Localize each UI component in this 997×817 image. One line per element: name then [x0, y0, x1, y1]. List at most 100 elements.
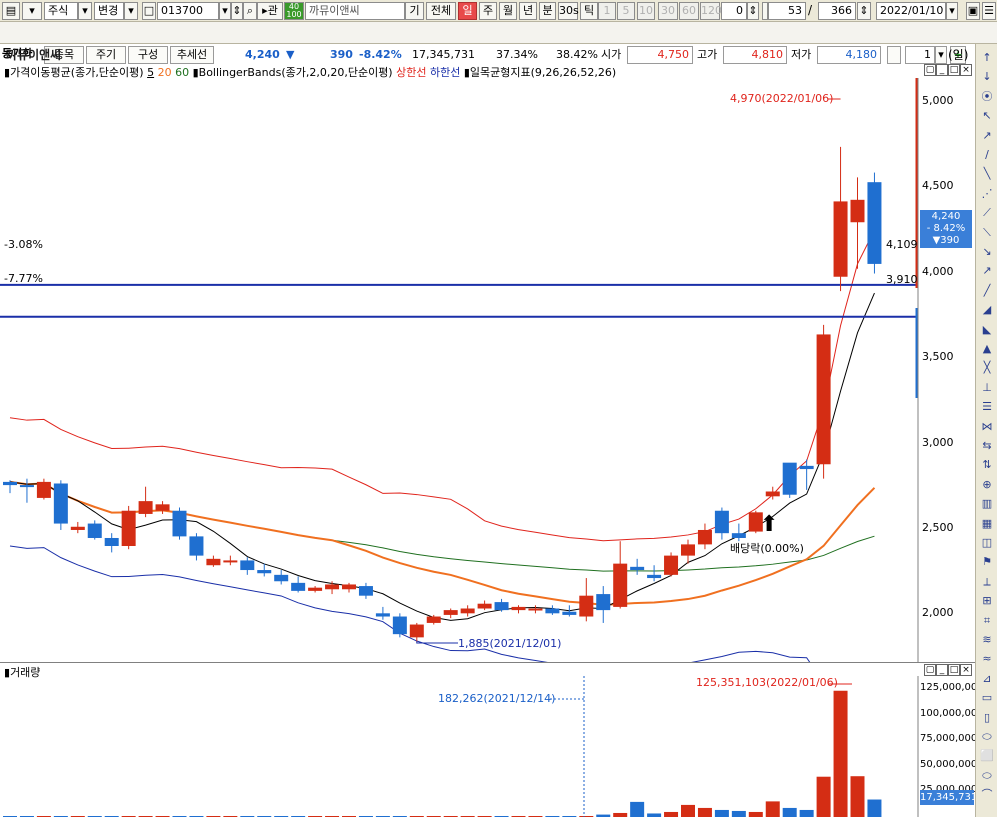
period-button-7[interactable]: 30s — [558, 2, 579, 20]
spin-chevron-down-icon[interactable]: ▾ — [935, 46, 947, 64]
date-input[interactable]: 2022/01/10 — [876, 2, 946, 20]
drawing-tool-icon[interactable]: ⋰ — [979, 186, 995, 202]
drawing-tool-icon[interactable]: ╱ — [979, 283, 995, 299]
related-button[interactable]: ▸관 — [257, 2, 283, 20]
drawing-tool-icon[interactable]: ↓ — [979, 69, 995, 85]
drawing-tool-icon[interactable]: ╲ — [979, 166, 995, 182]
panel-close-icon[interactable]: × — [960, 64, 972, 76]
save-icon[interactable]: ▣ — [966, 2, 980, 20]
drawing-tool-icon[interactable]: ☰ — [979, 399, 995, 415]
period-button-3[interactable]: 주 — [479, 2, 497, 20]
drawing-tool-icon[interactable]: ⊥ — [979, 380, 995, 396]
interval-button-3[interactable]: 30 — [658, 2, 678, 20]
volume-y-tick-label: 75,000,000 — [920, 733, 978, 744]
current-price-tag: 4,240 - 8.42% ▼390 — [920, 210, 972, 248]
period-button-8[interactable]: 틱 — [580, 2, 598, 20]
period-button-2[interactable]: 일 — [458, 2, 477, 20]
stepper-icon[interactable]: ⇕ — [231, 2, 243, 20]
period-button-1[interactable]: 전체 — [426, 2, 456, 20]
interval-button-5[interactable]: 120 — [700, 2, 722, 20]
interval-input[interactable]: 0 — [721, 2, 747, 20]
change-chevron-down-icon[interactable]: ▾ — [124, 2, 138, 20]
y-tick-label: 3,500 — [922, 350, 954, 363]
drawing-tool-icon[interactable]: ∕ — [979, 147, 995, 163]
total-stepper-icon[interactable]: ⇕ — [857, 2, 871, 20]
change-select[interactable]: 변경 — [94, 2, 124, 20]
count-input[interactable]: 53 — [768, 2, 806, 20]
drawing-tool-icon[interactable]: ↑ — [979, 50, 995, 66]
stock-code-input[interactable]: 013700 — [157, 2, 219, 20]
drawing-tool-icon[interactable]: ╳ — [979, 360, 995, 376]
drawing-tool-icon[interactable]: ▦ — [979, 516, 995, 532]
volume-panel-close-icon[interactable]: × — [960, 664, 972, 676]
drawing-tool-icon[interactable]: ⟋ — [979, 205, 995, 221]
interval-button-4[interactable]: 60 — [679, 2, 699, 20]
drawing-tool-icon[interactable]: ⇆ — [979, 438, 995, 454]
menu-icon[interactable]: ▤ — [2, 2, 20, 20]
drawing-tool-icon[interactable]: ⌗ — [979, 613, 995, 629]
panel-divider — [0, 662, 975, 663]
panel-min-icon[interactable]: _ — [936, 64, 948, 76]
settings-icon[interactable]: ☰ — [982, 2, 996, 20]
drawing-tool-icon[interactable]: ≈ — [979, 651, 995, 667]
search-icon[interactable]: ⌕ — [243, 2, 257, 20]
interval-button-2[interactable]: 10 — [637, 2, 655, 20]
code-chevron-down-icon[interactable]: ▾ — [219, 2, 231, 20]
candle-body — [562, 611, 577, 615]
drawing-tool-icon[interactable]: ⬭ — [979, 729, 995, 745]
type-chevron-down-icon[interactable]: ▾ — [78, 2, 92, 20]
drawing-tool-icon[interactable]: ⬭ — [979, 768, 995, 784]
drawing-tool-icon[interactable]: ▥ — [979, 496, 995, 512]
drawing-tool-icon[interactable]: ⊕ — [979, 477, 995, 493]
drawing-tool-icon[interactable]: ⦿ — [979, 89, 995, 105]
volume-bar — [647, 813, 662, 817]
drawing-tool-icon[interactable]: ⊞ — [979, 593, 995, 609]
interval-stepper-icon[interactable]: ⇕ — [747, 2, 759, 20]
interval-button-0[interactable]: 1 — [598, 2, 616, 20]
volume-panel-max-icon[interactable]: □ — [948, 664, 960, 676]
volume-badge-icon[interactable]: 40 100 — [284, 2, 304, 20]
drawing-tool-icon[interactable]: ◫ — [979, 535, 995, 551]
drawing-tool-icon[interactable]: ⊿ — [979, 671, 995, 687]
drawing-tool-icon[interactable]: ◢ — [979, 302, 995, 318]
dropdown-icon[interactable]: ▾ — [22, 2, 42, 20]
drawing-tool-icon[interactable]: ▯ — [979, 710, 995, 726]
interval-button-1[interactable]: 5 — [617, 2, 635, 20]
date-chevron-down-icon[interactable]: ▾ — [946, 2, 958, 20]
volume-panel-min-icon[interactable]: _ — [936, 664, 948, 676]
spin-input[interactable]: 1 — [905, 46, 935, 64]
type-select[interactable]: 주식 — [44, 2, 78, 20]
drawing-tool-icon[interactable]: ⇅ — [979, 457, 995, 473]
drawing-tool-icon[interactable]: ⬜ — [979, 748, 995, 764]
history-icon[interactable]: □ — [142, 2, 156, 20]
drawing-tool-icon[interactable]: ↗ — [979, 263, 995, 279]
candle-body — [138, 501, 153, 514]
price-chart[interactable] — [0, 78, 975, 663]
panel-max-icon[interactable]: □ — [948, 64, 960, 76]
drawing-tool-icon[interactable]: ↗ — [979, 128, 995, 144]
candle-body — [358, 586, 373, 596]
drawing-tool-icon[interactable]: ◣ — [979, 322, 995, 338]
volume-panel-restore-icon[interactable]: ▢ — [924, 664, 936, 676]
volume-bar — [867, 799, 882, 817]
period-button-6[interactable]: 분 — [539, 2, 556, 20]
drawing-tool-icon[interactable]: ⟂ — [979, 574, 995, 590]
checkbox-icon[interactable] — [887, 46, 901, 64]
drawing-tool-icon[interactable]: ⚑ — [979, 554, 995, 570]
period-button-4[interactable]: 월 — [499, 2, 517, 20]
period-button[interactable]: 주기 — [86, 46, 126, 64]
panel-restore-icon[interactable]: ▢ — [924, 64, 936, 76]
drawing-tool-icon[interactable]: ↖ — [979, 108, 995, 124]
period-button-0[interactable]: 기 — [405, 2, 424, 20]
drawing-tool-icon[interactable]: ⟍ — [979, 225, 995, 241]
trendline-button[interactable]: 추세선 — [170, 46, 214, 64]
drawing-tool-icon[interactable]: ▲ — [979, 341, 995, 357]
compose-button[interactable]: 구성 — [128, 46, 168, 64]
drawing-tool-icon[interactable]: ≋ — [979, 632, 995, 648]
drawing-tool-icon[interactable]: ▭ — [979, 690, 995, 706]
drawing-tool-icon[interactable]: ⋈ — [979, 419, 995, 435]
drawing-tool-icon[interactable]: ⌒ — [979, 787, 995, 803]
period-button-5[interactable]: 년 — [519, 2, 537, 20]
drawing-tool-icon[interactable]: ↘ — [979, 244, 995, 260]
candle-body — [630, 566, 645, 571]
